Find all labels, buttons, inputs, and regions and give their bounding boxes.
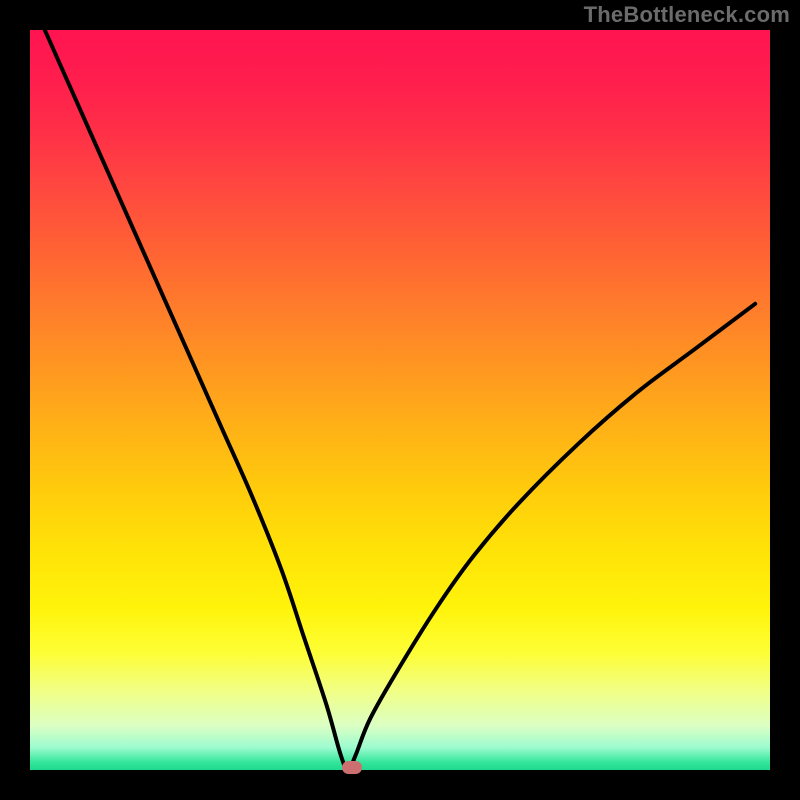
curve-svg: [30, 30, 770, 770]
plot-area: [30, 30, 770, 770]
bottleneck-curve: [45, 30, 755, 770]
optimum-marker: [342, 761, 362, 774]
chart-frame: TheBottleneck.com: [0, 0, 800, 800]
watermark-text: TheBottleneck.com: [584, 2, 790, 28]
